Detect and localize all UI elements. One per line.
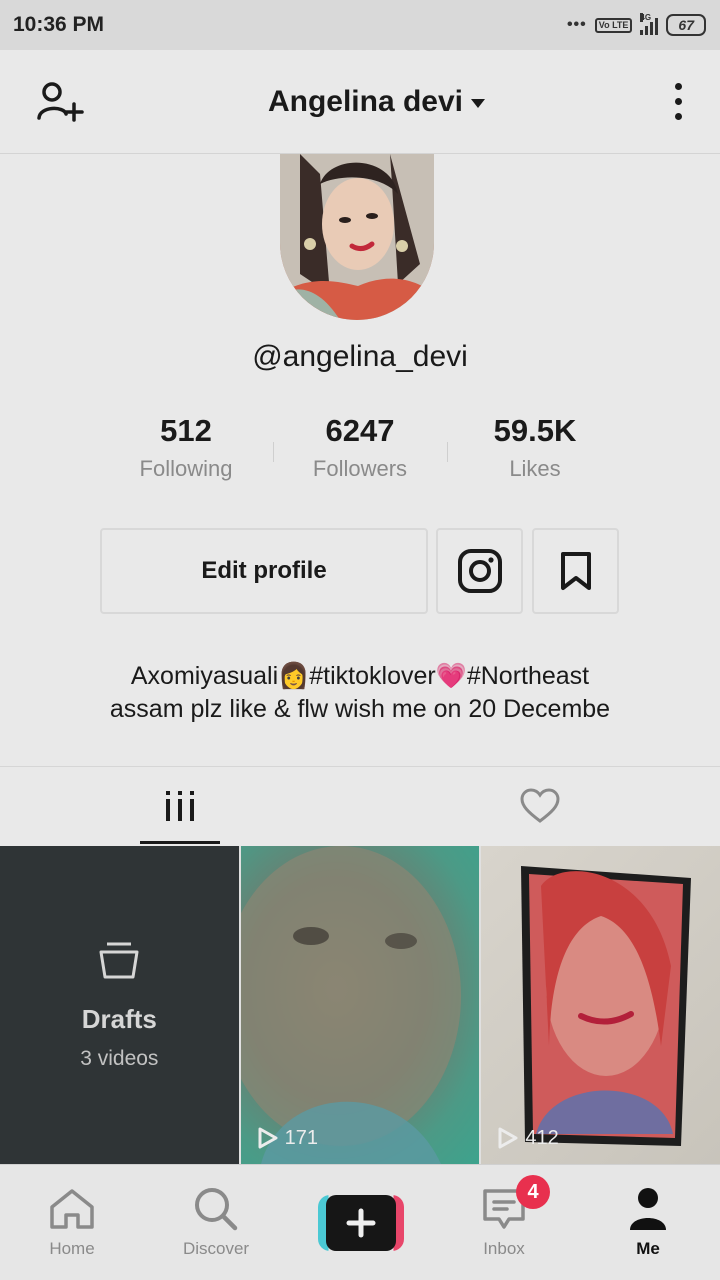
nav-me[interactable]: Me <box>576 1165 720 1280</box>
heart-icon <box>520 788 560 823</box>
play-icon <box>258 1127 278 1149</box>
video-grid: Drafts 3 videos 171 412 <box>0 846 720 1164</box>
video-thumbnail[interactable]: 171 <box>240 846 480 1164</box>
bottom-nav: Home Discover Inbox 4 Me <box>0 1164 720 1280</box>
search-icon <box>195 1188 238 1231</box>
avatar-image <box>280 154 434 320</box>
add-user-icon <box>37 81 84 122</box>
drafts-tile[interactable]: Drafts 3 videos <box>0 846 239 1164</box>
status-bar: 10:36 PM ••• Vo LTE 4G 67 <box>0 0 720 50</box>
bio-line-2: assam plz like & flw wish me on 20 Decem… <box>109 695 611 723</box>
network-type: 4G <box>640 13 652 22</box>
view-count: 171 <box>257 1126 318 1150</box>
more-options-button[interactable] <box>669 77 688 126</box>
nav-discover[interactable]: Discover <box>144 1165 288 1280</box>
stat-following-value: 512 <box>160 413 212 448</box>
bookmark-icon <box>560 552 591 590</box>
instagram-button[interactable] <box>436 528 523 614</box>
profile-bio: Axomiyasuali👩#tiktoklover💗#Northeast ass… <box>0 660 720 726</box>
view-count-value: 412 <box>525 1126 559 1149</box>
edit-profile-button[interactable]: Edit profile <box>100 528 428 614</box>
view-count: 412 <box>497 1126 559 1150</box>
signal-icon: 4G <box>640 13 659 35</box>
nav-inbox[interactable]: Inbox <box>432 1165 576 1280</box>
favorites-button[interactable] <box>532 528 619 614</box>
inbox-badge: 4 <box>516 1175 550 1209</box>
drafts-count: 3 videos <box>80 1046 159 1070</box>
video-thumbnail[interactable]: 412 <box>481 846 720 1164</box>
more-vertical-icon <box>674 83 682 90</box>
stat-followers-label: Followers <box>312 456 408 481</box>
play-icon <box>498 1127 518 1149</box>
profile-header: Angelina devi <box>0 50 720 154</box>
nav-discover-label: Discover <box>182 1239 250 1258</box>
home-icon <box>50 1189 94 1229</box>
stat-followers[interactable]: 6247 Followers <box>270 412 450 482</box>
nav-home-label: Home <box>49 1239 95 1258</box>
tab-videos[interactable] <box>0 768 360 844</box>
stat-following-label: Following <box>139 456 233 481</box>
status-time: 10:36 PM <box>13 13 105 36</box>
avatar[interactable] <box>280 154 434 320</box>
profile-icon <box>630 1188 666 1230</box>
status-icons: ••• Vo LTE 4G 67 <box>566 13 706 36</box>
chevron-down-icon <box>471 99 486 108</box>
video-thumbnail-image <box>521 866 692 1146</box>
notification-dots: ••• <box>566 16 587 33</box>
tabs-divider <box>0 766 720 767</box>
stat-following[interactable]: 512 Following <box>96 412 276 482</box>
instagram-icon <box>457 549 502 593</box>
grid-icon <box>166 791 194 821</box>
stat-likes-value: 59.5K <box>493 413 577 448</box>
add-user-button[interactable] <box>36 80 84 124</box>
account-switcher[interactable]: Angelina devi <box>267 84 486 119</box>
bio-line-1: Axomiyasuali👩#tiktoklover💗#Northeast <box>130 662 590 690</box>
create-button[interactable] <box>318 1195 404 1251</box>
stat-likes-label: Likes <box>509 456 561 481</box>
video-thumbnail-image <box>240 846 461 1164</box>
header-title: Angelina devi <box>267 84 464 118</box>
stat-likes[interactable]: 59.5K Likes <box>445 412 625 482</box>
volte-icon: Vo LTE <box>594 17 633 33</box>
profile-handle: @angelina_devi <box>252 340 468 373</box>
nav-home[interactable]: Home <box>0 1165 144 1280</box>
nav-me-label: Me <box>636 1239 660 1258</box>
nav-inbox-label: Inbox <box>483 1239 525 1258</box>
plus-icon <box>346 1208 376 1238</box>
drafts-icon <box>99 942 139 978</box>
view-count-value: 171 <box>284 1126 319 1149</box>
drafts-title: Drafts <box>81 1003 157 1034</box>
tab-liked[interactable] <box>360 768 720 844</box>
battery-icon: 67 <box>666 14 706 36</box>
tab-active-indicator <box>140 841 220 844</box>
stat-followers-value: 6247 <box>325 413 395 448</box>
